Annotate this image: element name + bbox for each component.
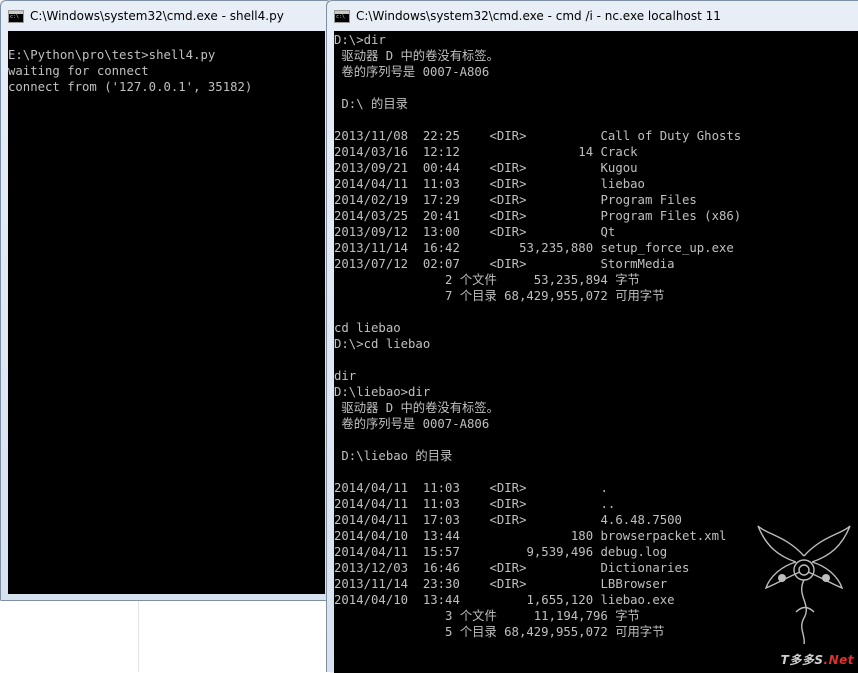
dir-entry: 2014/03/16 12:12 14 Crack [334,145,638,159]
dir-entry: 2014/02/19 17:29 <DIR> Program Files [334,193,697,207]
dir-entry: 2013/09/12 13:00 <DIR> Qt [334,225,616,239]
console-line: cd liebao [334,321,401,335]
console-line: dir [334,369,357,383]
dir-entry: 2013/11/08 22:25 <DIR> Call of Duty Ghos… [334,129,742,143]
window-title: C:\Windows\system32\cmd.exe - cmd /i - n… [356,9,721,23]
titlebar[interactable]: C:\Windows\system32\cmd.exe - shell4.py [1,1,331,31]
titlebar[interactable]: C:\Windows\system32\cmd.exe - cmd /i - n… [327,1,858,31]
console-window-shell4[interactable]: C:\Windows\system32\cmd.exe - shell4.py … [0,0,332,601]
console-line: E:\Python\pro\test>shell4.py [8,48,216,62]
dir-entry: 2013/11/14 16:42 53,235,880 setup_force_… [334,241,734,255]
dir-entry: 2013/07/12 02:07 <DIR> StormMedia [334,257,675,271]
dir-entry: 2014/04/11 11:03 <DIR> .. [334,497,616,511]
dir-entry: 2014/04/11 11:03 <DIR> . [334,481,608,495]
dir-entry: 2014/03/25 20:41 <DIR> Program Files (x8… [334,209,742,223]
watermark-logo [756,516,852,666]
console-line: 卷的序列号是 0007-A806 [334,417,490,431]
dir-summary: 7 个目录 68,429,955,072 可用字节 [334,289,665,303]
console-line: D:\liebao>dir [334,385,431,399]
window-title: C:\Windows\system32\cmd.exe - shell4.py [30,9,284,23]
dir-summary: 2 个文件 53,235,894 字节 [334,273,640,287]
cmd-console-icon[interactable] [8,9,24,23]
console-line: waiting for connect [8,64,149,78]
dir-entry: 2014/04/11 11:03 <DIR> liebao [334,177,645,191]
console-line: 驱动器 D 中的卷没有标签。 [334,49,499,63]
console-line: D:\liebao 的目录 [334,449,453,463]
console-line: D:\>cd liebao [334,337,431,351]
console-window-nc[interactable]: C:\Windows\system32\cmd.exe - cmd /i - n… [326,0,858,673]
console-output[interactable]: E:\Python\pro\test>shell4.py waiting for… [8,31,325,594]
console-line: 卷的序列号是 0007-A806 [334,65,490,79]
console-line: connect from ('127.0.0.1', 35182) [8,80,253,94]
desktop-background [0,600,330,673]
console-line: D:\ 的目录 [334,97,408,111]
desktop-divider [138,600,139,672]
winged-emblem-icon [757,525,851,645]
dir-entry: 2013/09/21 00:44 <DIR> Kugou [334,161,638,175]
console-line: 驱动器 D 中的卷没有标签。 [334,401,499,415]
console-line: D:\>dir [334,33,386,47]
cmd-console-icon[interactable] [334,9,350,23]
